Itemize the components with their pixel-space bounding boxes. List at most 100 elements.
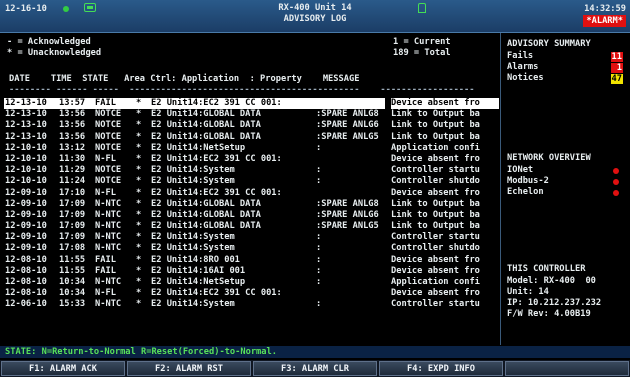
row-ack-flag: * [136, 153, 142, 164]
row-date: 12-09-10 [5, 221, 47, 232]
row-area: E2 Unit14:EC2 391 CC 001: [151, 187, 282, 198]
row-state: NOTCE [95, 176, 122, 187]
f3-alarm-clr-button[interactable]: F3: ALARM CLR [253, 361, 377, 376]
table-row[interactable]: 12-08-10 11:55 FAIL * E2 Unit14:8RO 001: Devi… [4, 255, 499, 266]
table-row[interactable]: 12-09-10 17:09 N-NTC * E2 Unit14:GLOBAL DATA… [4, 199, 499, 210]
table-row[interactable]: 12-09-10 17:09 N-NTC * E2 Unit14:GLOBAL DATA… [4, 210, 499, 221]
row-time: 15:33 [59, 299, 86, 310]
row-area: E2 Unit14:GLOBAL DATA [151, 120, 261, 131]
table-row[interactable]: 12-13-10 13:57 FAIL * E2 Unit14:EC2 391 CC 0… [4, 98, 499, 110]
table-row[interactable]: 12-13-10 13:56 NOTCE * E2 Unit14:GLOBAL DATA… [4, 120, 499, 131]
row-area: E2 Unit14:NetSetup [151, 142, 246, 153]
row-state: N-NTC [95, 209, 122, 220]
table-row[interactable]: 12-08-10 10:34 N-NTC * E2 Unit14:NetSetup: Ap… [4, 277, 499, 288]
count-total: 189 = Total [393, 48, 451, 58]
row-area: E2 Unit14:GLOBAL DATA [151, 209, 261, 220]
row-message: Device absent fro [391, 288, 480, 299]
alarm-indicator[interactable]: *ALARM* [583, 15, 626, 27]
row-area: E2 Unit14:System [151, 243, 235, 254]
table-row[interactable]: 12-10-10 11:30 N-FL * E2 Unit14:EC2 391 CC 0… [4, 154, 499, 165]
f4-expd-info-button[interactable]: F4: EXPD INFO [379, 361, 503, 376]
advisory-summary-title: ADVISORY SUMMARY [507, 39, 591, 49]
row-state: NOTCE [95, 109, 122, 120]
row-property: :SPARE ANLG6 [316, 120, 379, 131]
controller-ip: IP: 10.212.237.232 [507, 298, 602, 308]
row-ack-flag: * [136, 198, 142, 209]
row-state: N-NTC [95, 232, 122, 243]
row-date: 12-08-10 [5, 288, 47, 299]
row-property: : [316, 277, 322, 287]
table-row[interactable]: 12-10-10 13:12 NOTCE * E2 Unit14:NetSetup: Ap… [4, 143, 499, 154]
row-time: 17:09 [59, 198, 86, 209]
alarms-label: Alarms [507, 62, 539, 72]
row-property: : [316, 165, 322, 176]
row-property: : [316, 232, 322, 243]
row-date: 12-08-10 [5, 254, 47, 265]
f1-alarm-ack-button[interactable]: F1: ALARM ACK [1, 361, 125, 376]
row-time: 17:10 [59, 187, 86, 198]
status-line: STATE: N=Return-to-Normal R=Reset(Forced… [0, 346, 630, 358]
table-row[interactable]: 12-09-10 17:10 N-FL * E2 Unit14:EC2 391 CC 0… [4, 188, 499, 199]
row-time: 11:29 [59, 165, 86, 176]
row-date: 12-06-10 [5, 299, 47, 310]
row-state: N-FL [95, 187, 116, 198]
table-row[interactable]: 12-08-10 10:34 N-FL * E2 Unit14:EC2 391 CC 0… [4, 288, 499, 299]
network-item-modbus[interactable]: Modbus-2 [507, 176, 625, 187]
row-date: 12-10-10 [5, 142, 47, 153]
row-time: 17:09 [59, 232, 86, 243]
status-dot-icon [613, 179, 619, 185]
row-date: 12-10-10 [5, 165, 47, 176]
f2-alarm-rst-button[interactable]: F2: ALARM RST [127, 361, 251, 376]
row-state: NOTCE [95, 120, 122, 131]
this-controller-title: THIS CONTROLLER [507, 264, 586, 274]
fails-value: 11 [610, 52, 623, 62]
row-message: Link to Output ba [391, 120, 480, 131]
network-item-ionet[interactable]: IONet [507, 165, 625, 176]
row-state: NOTCE [95, 142, 122, 153]
f5-empty-key[interactable] [505, 361, 629, 376]
row-state: FAIL [95, 98, 116, 110]
row-ack-flag: * [136, 209, 142, 220]
summary-notices: Notices 47 [507, 73, 625, 84]
row-state: FAIL [95, 265, 116, 276]
row-time: 17:08 [59, 243, 86, 254]
row-ack-flag: * [136, 288, 142, 299]
row-message: Device absent fro [391, 254, 480, 265]
table-row[interactable]: 12-13-10 13:56 NOTCE * E2 Unit14:GLOBAL DATA… [4, 132, 499, 143]
table-row[interactable]: 12-09-10 17:09 N-NTC * E2 Unit14:System: Cont… [4, 232, 499, 243]
row-state: N-NTC [95, 221, 122, 232]
row-property: :SPARE ANLG5 [316, 221, 379, 232]
row-time: 13:56 [59, 131, 86, 142]
table-row[interactable]: 12-09-10 17:09 N-NTC * E2 Unit14:GLOBAL DATA… [4, 221, 499, 232]
page-title: ADVISORY LOG [283, 14, 347, 24]
row-ack-flag: * [136, 254, 142, 265]
row-message: Device absent fro [391, 187, 480, 198]
row-property: :SPARE ANLG6 [316, 209, 379, 220]
row-time: 10:34 [59, 277, 86, 287]
row-time: 11:24 [59, 176, 86, 187]
row-date: 12-09-10 [5, 232, 47, 243]
row-area: E2 Unit14:GLOBAL DATA [151, 109, 261, 120]
table-row[interactable]: 12-10-10 11:29 NOTCE * E2 Unit14:System: Cont… [4, 165, 499, 176]
current-time: 14:32:59 [584, 4, 626, 14]
row-state: N-NTC [95, 299, 122, 310]
row-message: Controller shutdo [391, 176, 480, 187]
row-time: 17:09 [59, 209, 86, 220]
row-ack-flag: * [136, 165, 142, 176]
row-property: : [316, 243, 322, 254]
row-state: N-FL [95, 288, 116, 299]
row-area: E2 Unit14:System [151, 165, 235, 176]
column-separator: -------- ------ ----- ------------------… [9, 85, 475, 95]
table-row[interactable]: 12-13-10 13:56 NOTCE * E2 Unit14:GLOBAL DATA… [4, 109, 499, 120]
row-date: 12-10-10 [5, 176, 47, 187]
row-area: E2 Unit14:NetSetup [151, 277, 246, 287]
table-row[interactable]: 12-09-10 17:08 N-NTC * E2 Unit14:System: Cont… [4, 243, 499, 254]
row-property: : [316, 142, 322, 153]
row-message: Controller shutdo [391, 243, 480, 254]
row-date: 12-13-10 [5, 98, 47, 110]
table-row[interactable]: 12-08-10 11:55 FAIL * E2 Unit14:16AI 001: Dev… [4, 266, 499, 277]
row-message: Link to Output ba [391, 131, 480, 142]
table-row[interactable]: 12-10-10 11:24 NOTCE * E2 Unit14:System: Cont… [4, 176, 499, 187]
table-row[interactable]: 12-06-10 15:33 N-NTC * E2 Unit14:System: Cont… [4, 299, 499, 310]
network-item-echelon[interactable]: Echelon [507, 187, 625, 198]
